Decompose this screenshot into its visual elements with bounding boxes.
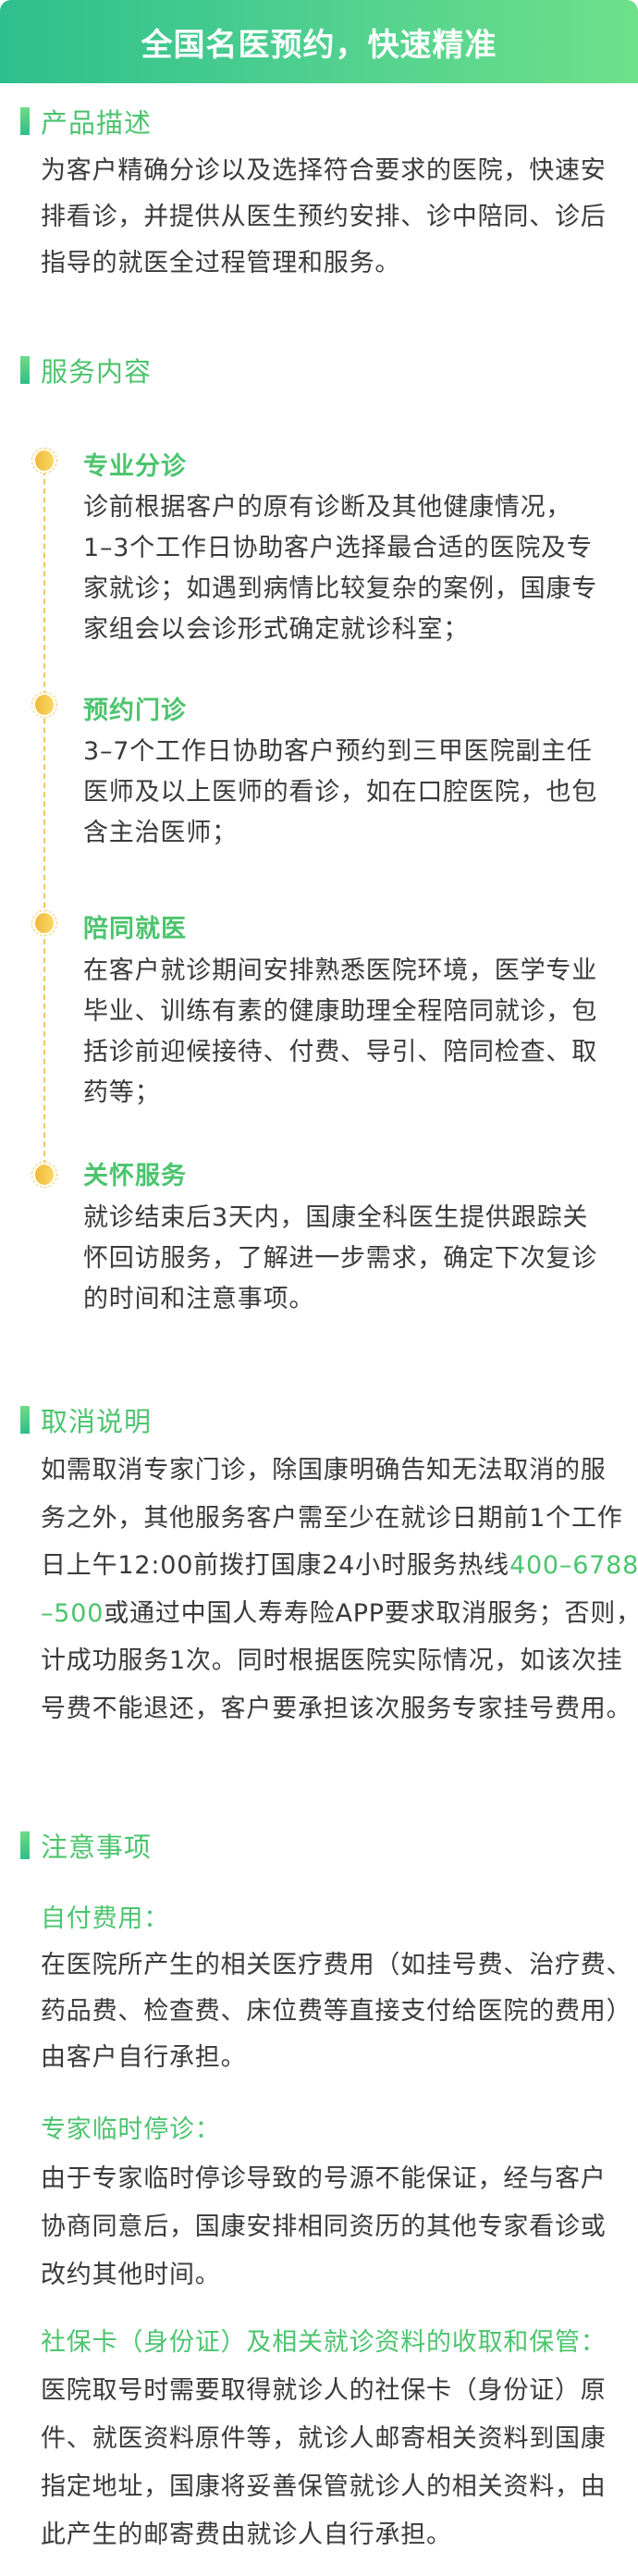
- text-line: 家就诊；如遇到病情比较复杂的案例，国康专: [83, 574, 597, 603]
- text-line: 件、就医资料原件等，就诊人邮寄相关资料到国康: [41, 2424, 607, 2453]
- section-heading-notes: 注意事项: [20, 1831, 152, 1863]
- gold-dot-icon: [31, 1162, 57, 1188]
- page-title: 全国名医预约，快速精准: [141, 26, 497, 64]
- note-description: 由于专家临时停诊导致的号源不能保证，经与客户 协商同意后，国康安排相同资历的其他专…: [41, 2155, 607, 2299]
- header-banner: 全国名医预约，快速精准: [0, 0, 638, 83]
- text-line: 药等；: [83, 1078, 161, 1107]
- text-line: 由于专家临时停诊导致的号源不能保证，经与客户: [41, 2164, 607, 2193]
- text-line: 3–7个工作日协助客户预约到三甲医院副主任: [83, 737, 593, 766]
- note-subtitle: 社保卡（身份证）及相关就诊资料的收取和保管：: [41, 2328, 607, 2357]
- gold-dot-icon: [31, 448, 57, 474]
- text-line: 医师及以上医师的看诊，如在口腔医院，也包: [83, 778, 597, 807]
- section-heading-cancel: 取消说明: [20, 1406, 152, 1437]
- service-item-title: 关怀服务: [83, 1162, 187, 1190]
- text-line: 排看诊，并提供从医生预约安排、诊中陪同、诊后: [41, 203, 607, 231]
- text-line: 如需取消专家门诊，除国康明确告知无法取消的服: [41, 1456, 607, 1485]
- text-segment: 或通过中国人寿寿险APP要求取消服务；否则，: [104, 1598, 638, 1628]
- text-line: 括诊前迎候接待、付费、导引、陪同检查、取: [83, 1038, 597, 1066]
- text-line: 指导的就医全过程管理和服务。: [41, 249, 401, 277]
- text-line: 计成功服务1次。同时根据医院实际情况，如该次挂: [41, 1646, 623, 1675]
- text-line: 此产生的邮寄费由就诊人自行承担。: [41, 2521, 452, 2549]
- text-line: 诊前根据客户的原有诊断及其他健康情况，: [83, 493, 572, 522]
- gold-dot-fill: [35, 695, 54, 715]
- text-line: 1–3个工作日协助客户选择最合适的医院及专: [83, 534, 593, 562]
- service-item-description: 诊前根据客户的原有诊断及其他健康情况， 1–3个工作日协助客户选择最合适的医院及专…: [83, 487, 597, 650]
- gold-dot-icon: [31, 910, 57, 936]
- section-title: 取消说明: [41, 1406, 153, 1437]
- section-title: 产品描述: [41, 107, 153, 139]
- section-title: 服务内容: [41, 356, 153, 388]
- text-line: 药品费、检查费、床位费等直接支付给医院的费用）: [41, 1997, 632, 2026]
- text-line: 号费不能退还，客户要承担该次服务专家挂号费用。: [41, 1694, 632, 1723]
- service-item-title: 专业分诊: [83, 452, 187, 481]
- hotline-link[interactable]: 400–6788: [509, 1551, 638, 1580]
- service-item-description: 在客户就诊期间安排熟悉医院环境，医学专业 毕业、训练有素的健康助理全程陪同就诊，包…: [83, 951, 597, 1114]
- text-line: 由客户自行承担。: [41, 2043, 247, 2072]
- text-segment: 日上午12:00前拨打国康24小时服务热线: [41, 1551, 509, 1580]
- text-line: 就诊结束后3天内，国康全科医生提供跟踪关: [83, 1203, 589, 1232]
- product-description: 为客户精确分诊以及选择符合要求的医院，快速安 排看诊，并提供从医生预约安排、诊中陪…: [41, 148, 607, 287]
- timeline-dashed-line: [43, 461, 45, 1175]
- section-title: 注意事项: [41, 1831, 153, 1863]
- gold-dot-fill: [35, 1165, 54, 1185]
- text-line: –500或通过中国人寿寿险APP要求取消服务；否则，: [41, 1590, 638, 1638]
- section-heading-product: 产品描述: [20, 107, 152, 139]
- heading-accent-bar: [20, 356, 30, 384]
- note-subtitle: 专家临时停诊：: [41, 2115, 221, 2144]
- hotline-link[interactable]: –500: [41, 1599, 104, 1628]
- cancel-description: 如需取消专家门诊，除国康明确告知无法取消的服 务之外，其他服务客户需至少在就诊日…: [41, 1447, 638, 1732]
- text-line: 指定地址，国康将妥善保管就诊人的相关资料，由: [41, 2472, 607, 2501]
- text-line: 为客户精确分诊以及选择符合要求的医院，快速安: [41, 156, 607, 185]
- text-line: 怀回访服务，了解进一步需求，确定下次复诊: [83, 1244, 597, 1273]
- text-line: 家组会以会诊形式确定就诊科室；: [83, 615, 469, 644]
- text-line: 在客户就诊期间安排熟悉医院环境，医学专业: [83, 956, 597, 985]
- gold-dot-fill: [35, 913, 54, 933]
- note-subtitle: 自付费用：: [41, 1904, 169, 1933]
- text-line: 毕业、训练有素的健康助理全程陪同就诊，包: [83, 997, 597, 1026]
- text-line: 日上午12:00前拨打国康24小时服务热线400–6788: [41, 1542, 638, 1590]
- gold-dot-icon: [31, 692, 57, 718]
- text-line: 在医院所产生的相关医疗费用（如挂号费、治疗费、: [41, 1951, 632, 1979]
- text-line: 协商同意后，国康安排相同资历的其他专家看诊或: [41, 2212, 607, 2241]
- section-heading-services: 服务内容: [20, 356, 152, 388]
- note-description: 在医院所产生的相关医疗费用（如挂号费、治疗费、 药品费、检查费、床位费等直接支付给…: [41, 1942, 632, 2081]
- text-line: 的时间和注意事项。: [83, 1285, 315, 1313]
- service-item-description: 3–7个工作日协助客户预约到三甲医院副主任 医师及以上医师的看诊，如在口腔医院，也…: [83, 732, 597, 854]
- text-line: 医院取号时需要取得就诊人的社保卡（身份证）原: [41, 2376, 607, 2405]
- heading-accent-bar: [20, 1831, 30, 1859]
- text-line: 改约其他时间。: [41, 2261, 221, 2289]
- gold-dot-fill: [35, 450, 54, 471]
- service-item-description: 就诊结束后3天内，国康全科医生提供跟踪关 怀回访服务，了解进一步需求，确定下次复诊…: [83, 1198, 597, 1320]
- service-item-title: 预约门诊: [83, 696, 187, 725]
- note-description: 医院取号时需要取得就诊人的社保卡（身份证）原 件、就医资料原件等，就诊人邮寄相关资…: [41, 2367, 607, 2559]
- service-item-title: 陪同就医: [83, 915, 187, 943]
- heading-accent-bar: [20, 107, 30, 135]
- text-line: 含主治医师；: [83, 819, 238, 847]
- heading-accent-bar: [20, 1406, 30, 1434]
- text-line: 务之外，其他服务客户需至少在就诊日期前1个工作: [41, 1503, 623, 1533]
